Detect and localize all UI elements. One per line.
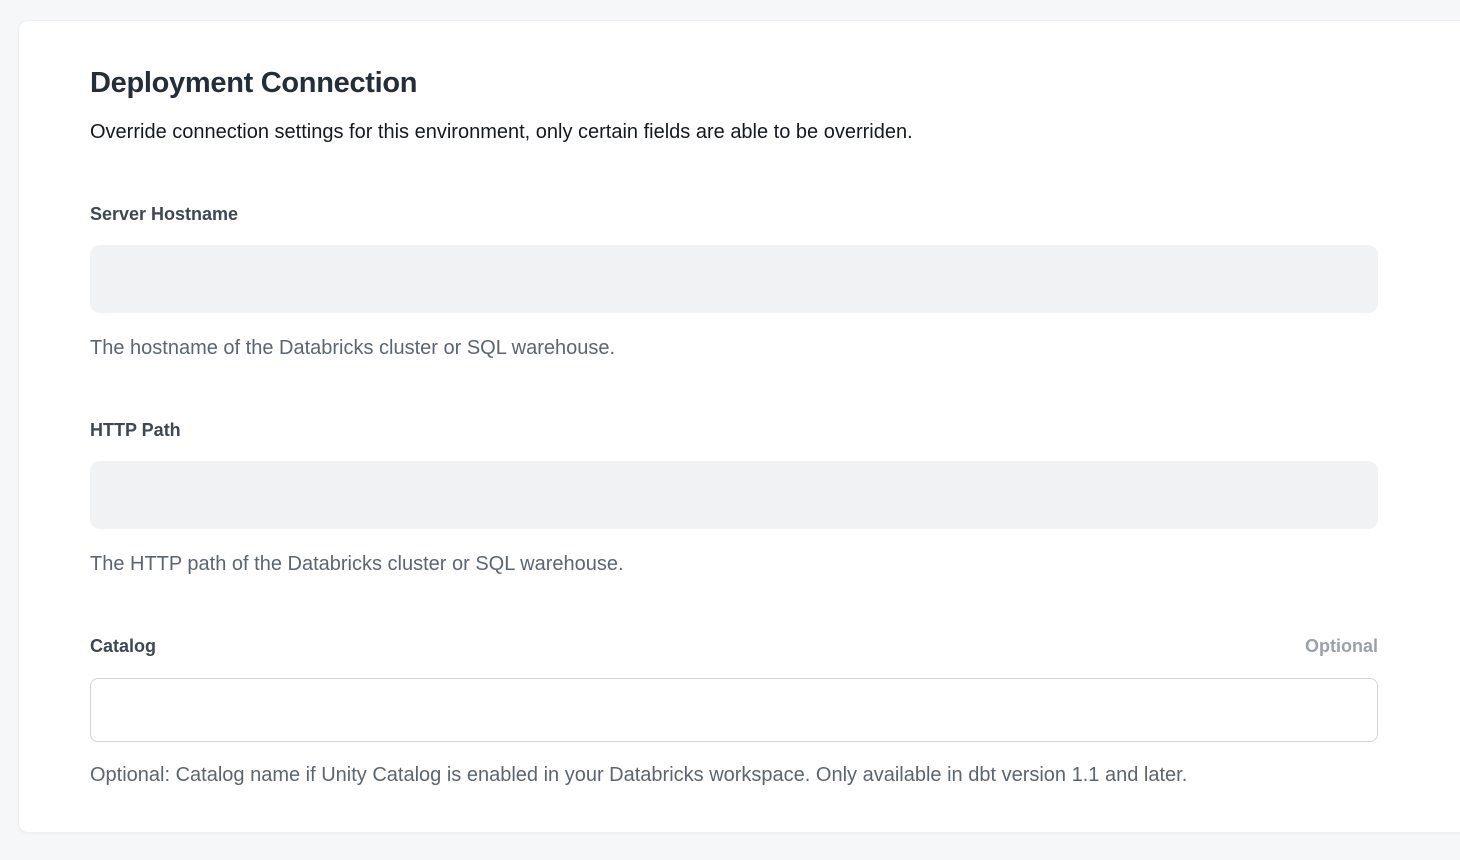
deployment-connection-card: Deployment Connection Override connectio… [18, 20, 1460, 833]
http-path-help: The HTTP path of the Databricks cluster … [90, 551, 1378, 578]
server-hostname-label: Server Hostname [90, 203, 238, 226]
catalog-optional-badge: Optional [1305, 635, 1378, 658]
http-path-label: HTTP Path [90, 419, 181, 442]
catalog-label: Catalog [90, 635, 156, 658]
page-title: Deployment Connection [90, 65, 1378, 101]
http-path-input [90, 461, 1378, 529]
catalog-help: Optional: Catalog name if Unity Catalog … [90, 762, 1378, 789]
server-hostname-field-group: Server Hostname The hostname of the Data… [90, 203, 1378, 362]
server-hostname-input [90, 245, 1378, 313]
card-content: Deployment Connection Override connectio… [90, 21, 1378, 789]
catalog-input[interactable] [90, 678, 1378, 742]
http-path-field-group: HTTP Path The HTTP path of the Databrick… [90, 419, 1378, 578]
server-hostname-help: The hostname of the Databricks cluster o… [90, 335, 1378, 362]
page-subtitle: Override connection settings for this en… [90, 119, 1378, 146]
catalog-field-group: Catalog Optional Optional: Catalog name … [90, 635, 1378, 789]
